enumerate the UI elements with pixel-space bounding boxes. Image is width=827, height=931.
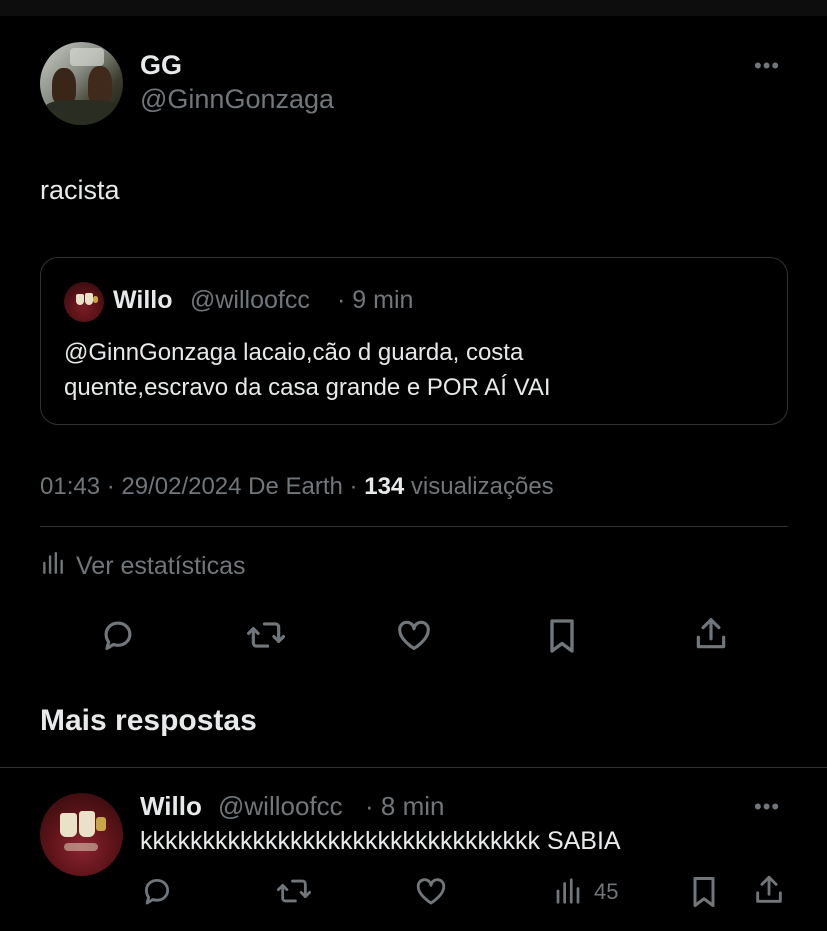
view-stats-link[interactable]: Ver estatísticas: [40, 550, 246, 582]
quote-author-handle: @willoofcc: [190, 286, 310, 314]
bookmark-icon[interactable]: [545, 616, 579, 656]
view-stats-label: Ver estatísticas: [76, 551, 246, 580]
tweet-metadata: 01:43 · 29/02/2024 De Earth · 134 visual…: [40, 473, 554, 501]
share-icon[interactable]: [692, 614, 730, 654]
views-count: 45: [594, 879, 619, 904]
analytics-icon[interactable]: [553, 876, 583, 906]
more-options-icon[interactable]: •••: [754, 55, 780, 77]
retweet-icon[interactable]: [275, 874, 313, 908]
quote-avatar: [64, 282, 104, 322]
reply-author-handle[interactable]: @willoofcc: [218, 791, 343, 822]
quote-author-name: Willo: [113, 286, 173, 314]
quote-text-line: quente,escravo da casa grande e POR AÍ V…: [64, 374, 551, 401]
reply-text: kkkkkkkkkkkkkkkkkkkkkkkkkkkkkkkk SABIA: [140, 827, 621, 855]
reply-icon[interactable]: [99, 616, 137, 654]
section-title: Mais respostas: [40, 704, 257, 737]
reply-time[interactable]: · 8 min: [365, 791, 444, 822]
author-handle[interactable]: @GinnGonzaga: [140, 84, 334, 115]
reply-icon[interactable]: [140, 874, 174, 908]
quote-text: @GinnGonzaga lacaio,cão d guarda, costa …: [64, 335, 764, 405]
share-icon[interactable]: [752, 872, 786, 908]
quote-time: · 9 min: [337, 286, 414, 314]
analytics-icon: [40, 550, 66, 583]
divider: [0, 767, 827, 768]
quote-text-line: @GinnGonzaga lacaio,cão d guarda, costa: [64, 339, 524, 366]
reply-author-name[interactable]: Willo: [140, 791, 202, 822]
bookmark-icon[interactable]: [689, 874, 719, 910]
views-count: 134: [364, 473, 405, 500]
reply-avatar[interactable]: [40, 793, 123, 876]
status-bar: [0, 0, 827, 16]
divider: [40, 526, 788, 527]
views-label: visualizações: [404, 473, 554, 500]
more-options-icon[interactable]: •••: [754, 796, 780, 818]
author-name[interactable]: GG: [140, 50, 182, 81]
tweet-text: racista: [40, 175, 120, 205]
retweet-icon[interactable]: [245, 616, 287, 654]
avatar[interactable]: [40, 42, 123, 125]
like-icon[interactable]: [394, 616, 434, 654]
like-icon[interactable]: [413, 874, 449, 908]
timestamp[interactable]: 01:43 · 29/02/2024 De Earth ·: [40, 473, 364, 500]
